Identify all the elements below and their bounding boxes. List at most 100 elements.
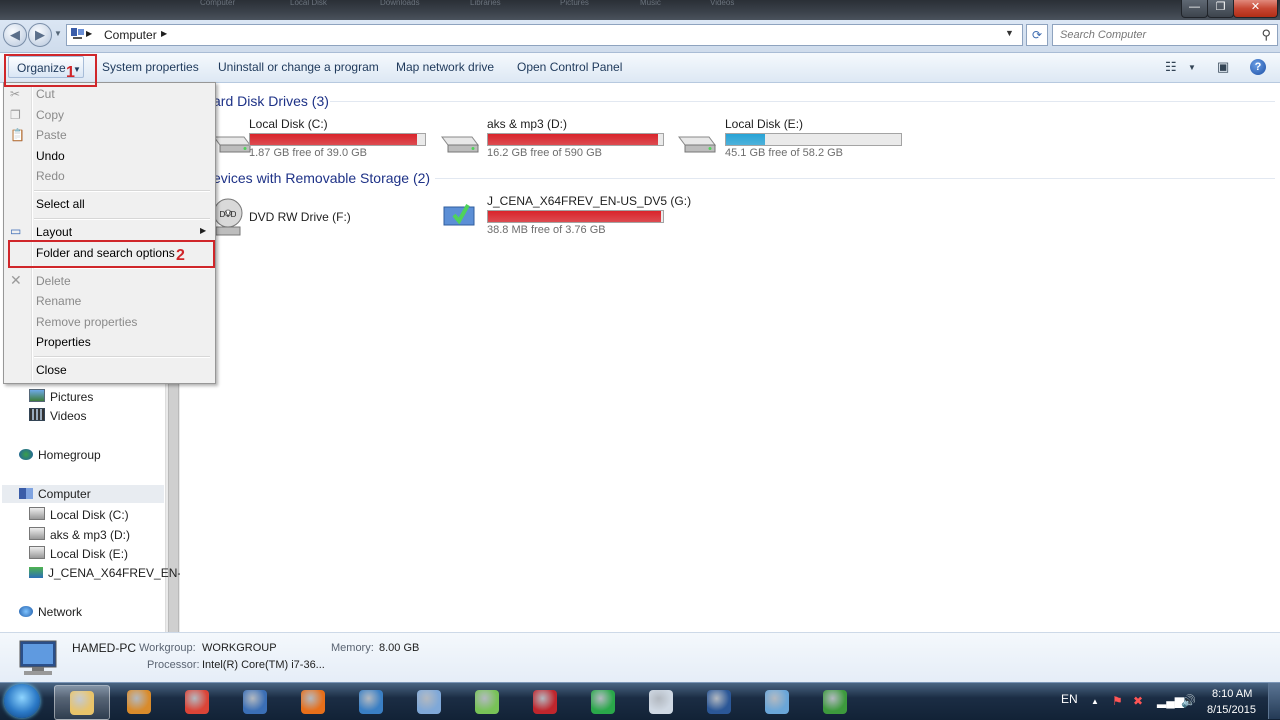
ghost-tab-title: Music bbox=[640, 0, 661, 7]
start-button[interactable] bbox=[4, 684, 40, 718]
taskbar-app-remote[interactable] bbox=[750, 685, 804, 718]
close-button[interactable]: ✕ bbox=[1233, 0, 1278, 18]
media-player-icon bbox=[127, 690, 151, 714]
menu-item-delete[interactable]: Delete bbox=[36, 274, 71, 288]
pictures-icon bbox=[29, 389, 45, 402]
back-button[interactable]: ◀ bbox=[3, 23, 27, 47]
nav-label: Local Disk (C:) bbox=[50, 508, 129, 522]
cut-icon: ✂ bbox=[10, 87, 21, 101]
taskbar-app-search-app[interactable] bbox=[344, 685, 398, 718]
drive-free-space: 45.1 GB free of 58.2 GB bbox=[725, 147, 844, 159]
group-header-removable[interactable]: evices with Removable Storage (2) bbox=[213, 170, 430, 186]
submenu-arrow-icon: ▶ bbox=[200, 226, 207, 235]
taskbar-app-word[interactable] bbox=[692, 685, 746, 718]
search-app-icon bbox=[359, 690, 383, 714]
taskbar-app-chart-app[interactable] bbox=[808, 685, 862, 718]
preview-pane-icon[interactable]: ▣ bbox=[1217, 59, 1229, 75]
taskbar-app-media-player[interactable] bbox=[112, 685, 166, 718]
open-control-panel-button[interactable]: Open Control Panel bbox=[517, 60, 622, 74]
computer-icon bbox=[71, 28, 84, 39]
drive-usage-fill bbox=[726, 134, 766, 145]
nav-item-cena[interactable]: J_CENA_X64FREV_EN-U bbox=[29, 566, 190, 580]
clock-date[interactable]: 8/15/2015 bbox=[1207, 704, 1256, 716]
menu-item-paste[interactable]: Paste bbox=[36, 128, 67, 142]
taskbar-app-chrome[interactable] bbox=[170, 685, 224, 718]
nav-item-local-e[interactable]: Local Disk (E:) bbox=[29, 546, 128, 561]
nav-item-network[interactable]: Network bbox=[19, 605, 82, 619]
nav-item-pictures[interactable]: Pictures bbox=[29, 389, 93, 404]
drive-name: DVD RW Drive (F:) bbox=[249, 210, 351, 224]
menu-item-undo[interactable]: Undo bbox=[36, 149, 65, 163]
menu-item-cut[interactable]: Cut bbox=[36, 87, 55, 101]
menu-item-rename[interactable]: Rename bbox=[36, 294, 81, 308]
nav-label: Computer bbox=[38, 487, 91, 501]
breadcrumb-computer[interactable]: Computer bbox=[104, 28, 157, 42]
security-icon[interactable]: ✖ bbox=[1133, 694, 1143, 708]
word-icon bbox=[707, 690, 731, 714]
minimize-button[interactable]: — bbox=[1181, 0, 1208, 18]
drive-name: aks & mp3 (D:) bbox=[487, 117, 568, 131]
drive-usage-bar bbox=[487, 210, 664, 223]
chevron-right-icon[interactable]: ▶ bbox=[86, 29, 92, 38]
taskbar-app-firefox[interactable] bbox=[286, 685, 340, 718]
chevron-right-icon[interactable]: ▶ bbox=[161, 29, 167, 38]
chart-app-icon bbox=[823, 690, 847, 714]
network-signal-icon[interactable]: ▂▄▆ bbox=[1157, 694, 1184, 708]
taskbar-app-paint[interactable] bbox=[634, 685, 688, 718]
drive-name: J_CENA_X64FREV_EN-US_DV5 (G:) bbox=[487, 194, 692, 208]
title-bar: — ❐ ✕ Computer Local Disk Downloads Librari… bbox=[0, 0, 1280, 20]
ghost-tab-title: Videos bbox=[710, 0, 735, 7]
paste-icon: 📋 bbox=[10, 128, 25, 142]
taskbar-app-explorer[interactable] bbox=[54, 685, 110, 720]
search-input[interactable]: Search Computer ⚲ bbox=[1052, 24, 1278, 46]
ghost-tab-title: Downloads bbox=[380, 0, 420, 7]
taskbar-app-thunderbird[interactable] bbox=[228, 685, 282, 718]
language-indicator[interactable]: EN bbox=[1061, 692, 1078, 706]
nav-label: aks & mp3 (D:) bbox=[50, 528, 131, 542]
action-center-icon[interactable]: ⚑ bbox=[1112, 694, 1123, 708]
group-header-hard-disks[interactable]: ard Disk Drives (3) bbox=[213, 93, 329, 109]
refresh-icon[interactable]: ⟳ bbox=[1026, 24, 1048, 46]
recent-pages-icon[interactable]: ▼ bbox=[54, 29, 62, 38]
nav-item-local-c[interactable]: Local Disk (C:) bbox=[29, 507, 129, 522]
nav-item-homegroup[interactable]: Homegroup bbox=[19, 448, 101, 462]
menu-item-properties[interactable]: Properties bbox=[36, 335, 91, 349]
network-icon bbox=[19, 606, 33, 617]
map-network-drive-button[interactable]: Map network drive bbox=[396, 60, 494, 74]
maximize-button[interactable]: ❐ bbox=[1207, 0, 1234, 18]
nav-item-computer[interactable]: Computer bbox=[19, 487, 91, 501]
help-icon[interactable]: ? bbox=[1250, 59, 1266, 75]
taskbar-app-keyboard[interactable] bbox=[402, 685, 456, 718]
remote-icon bbox=[765, 690, 789, 714]
address-bar[interactable]: ▶ Computer ▶ ▼ bbox=[66, 24, 1023, 46]
view-dropdown-icon[interactable]: ▼ bbox=[1188, 63, 1196, 72]
nav-item-aks-d[interactable]: aks & mp3 (D:) bbox=[29, 527, 130, 542]
show-hidden-icons-icon[interactable]: ▲ bbox=[1091, 697, 1099, 706]
address-dropdown-icon[interactable]: ▼ bbox=[1005, 28, 1014, 38]
menu-item-redo[interactable]: Redo bbox=[36, 169, 65, 183]
taskbar-app-app-red[interactable] bbox=[518, 685, 572, 718]
thunderbird-icon bbox=[243, 690, 267, 714]
drive-usage-bar bbox=[487, 133, 664, 146]
forward-button[interactable]: ▶ bbox=[28, 23, 52, 47]
usb-drive-icon bbox=[443, 204, 475, 226]
change-view-icon[interactable]: ☷ bbox=[1165, 59, 1177, 75]
hard-drive-icon bbox=[678, 136, 716, 153]
menu-item-layout[interactable]: Layout bbox=[36, 225, 72, 239]
taskbar-app-network-app[interactable] bbox=[576, 685, 630, 718]
menu-item-copy[interactable]: Copy bbox=[36, 108, 64, 122]
uninstall-program-button[interactable]: Uninstall or change a program bbox=[218, 60, 379, 74]
menu-item-select-all[interactable]: Select all bbox=[36, 197, 85, 211]
taskbar-app-android-studio[interactable] bbox=[460, 685, 514, 718]
show-desktop-button[interactable] bbox=[1268, 683, 1280, 719]
system-properties-button[interactable]: System properties bbox=[102, 60, 199, 74]
volume-icon[interactable]: 🔊 bbox=[1181, 694, 1196, 708]
nav-item-videos[interactable]: Videos bbox=[29, 408, 86, 423]
menu-item-remove-properties[interactable]: Remove properties bbox=[36, 315, 137, 329]
drive-name: Local Disk (C:) bbox=[249, 117, 328, 131]
clock-time[interactable]: 8:10 AM bbox=[1212, 688, 1252, 700]
annotation-number-1: 1 bbox=[66, 64, 75, 81]
processor-label: Processor: bbox=[147, 659, 200, 671]
menu-item-close[interactable]: Close bbox=[36, 363, 67, 377]
search-icon[interactable]: ⚲ bbox=[1261, 27, 1271, 43]
